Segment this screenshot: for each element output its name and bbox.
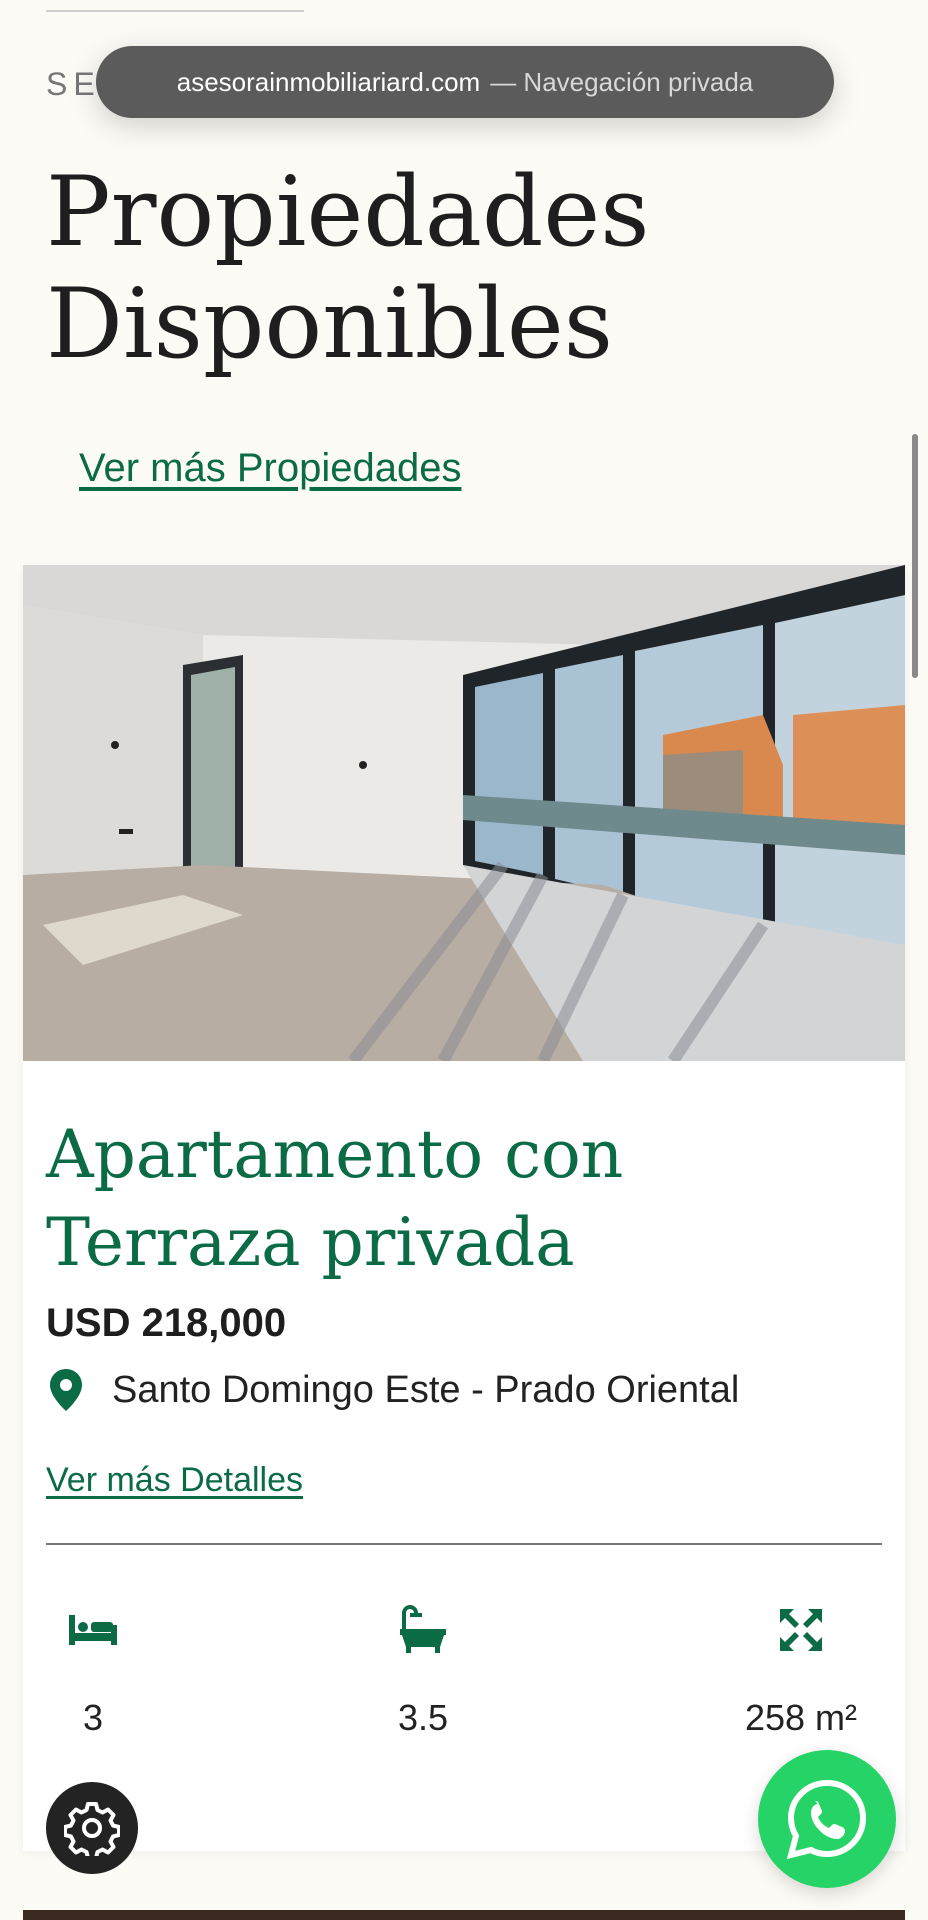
private-browsing-url-banner[interactable]: asesorainmobiliariard.com — Navegación p…: [96, 46, 834, 118]
top-divider: [46, 10, 304, 12]
page-title: Propiedades Disponibles: [46, 156, 649, 380]
bed-icon: [69, 1615, 117, 1645]
property-photo[interactable]: [23, 565, 905, 1061]
section-eyebrow-label: SE: [46, 66, 101, 102]
bathtub-icon: [400, 1605, 446, 1653]
area-value: 258 m²: [744, 1697, 858, 1738]
gear-icon: [64, 1802, 120, 1856]
page-scrollbar[interactable]: [912, 434, 918, 678]
whatsapp-icon: [786, 1779, 867, 1860]
location-text: Santo Domingo Este - Prado Oriental: [112, 1368, 740, 1411]
more-details-link[interactable]: Ver más Detalles: [46, 1461, 303, 1500]
settings-button[interactable]: [46, 1782, 138, 1874]
page-title-line-2: Disponibles: [46, 268, 613, 380]
bedrooms-feature: 3: [63, 1605, 123, 1739]
next-property-card-peek[interactable]: [23, 1910, 905, 1920]
url-domain: asesorainmobiliariard.com: [176, 66, 481, 97]
property-card[interactable]: Apartamento con Terraza privada USD 218,…: [23, 565, 905, 1851]
property-title[interactable]: Apartamento con Terraza privada: [46, 1111, 886, 1287]
expand-arrows-icon: [780, 1609, 822, 1651]
bathrooms-feature: 3.5: [393, 1605, 453, 1739]
browsing-mode: — Navegación privada: [490, 66, 754, 97]
area-feature: 258 m²: [731, 1605, 871, 1739]
page-title-line-1: Propiedades: [46, 156, 650, 268]
card-divider: [46, 1543, 882, 1545]
more-properties-link[interactable]: Ver más Propiedades: [79, 446, 461, 491]
whatsapp-chat-button[interactable]: [758, 1750, 896, 1888]
property-price: USD 218,000: [46, 1301, 287, 1345]
property-location: Santo Domingo Este - Prado Oriental: [46, 1367, 739, 1413]
bedrooms-count: 3: [82, 1697, 104, 1738]
map-pin-icon: [50, 1369, 82, 1411]
bathrooms-count: 3.5: [397, 1697, 449, 1738]
